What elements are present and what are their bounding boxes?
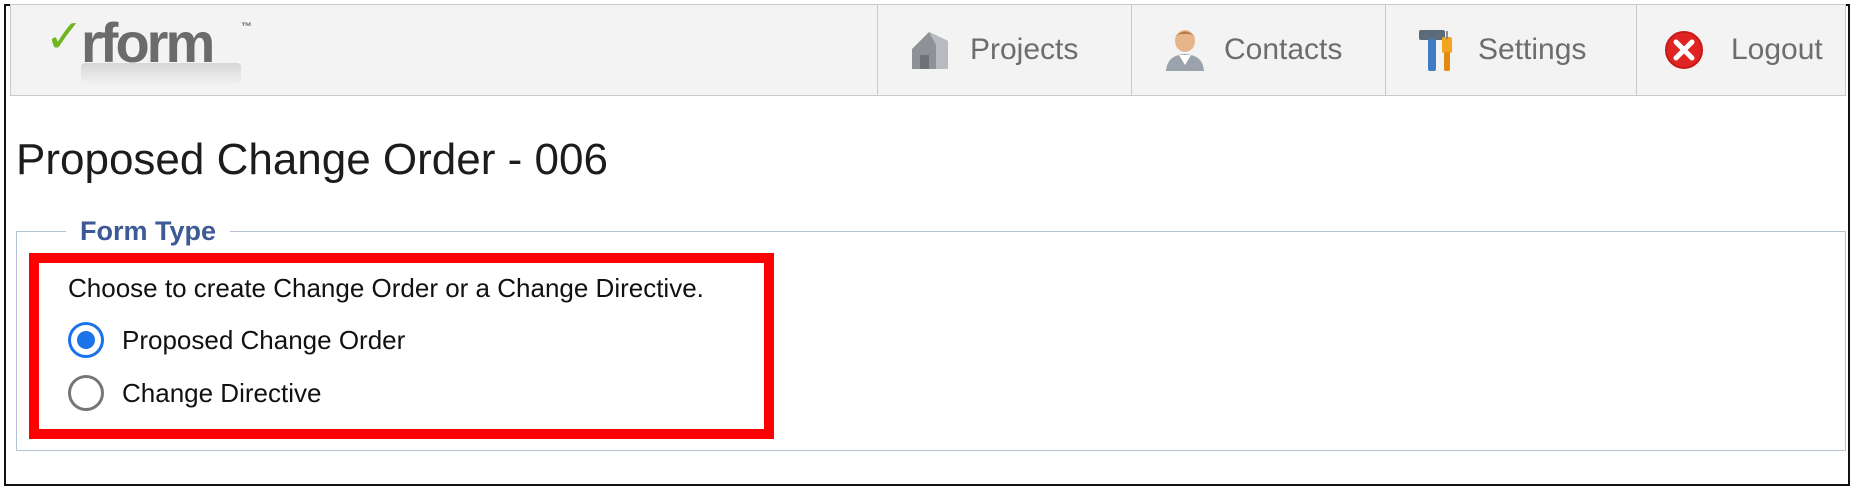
page-title: Proposed Change Order - 006 (16, 135, 608, 184)
option-label: Change Directive (122, 377, 322, 408)
radio-button-selected[interactable] (68, 322, 104, 358)
nav-logout[interactable]: Logout (1636, 5, 1847, 95)
form-type-instructions: Choose to create Change Order or a Chang… (68, 273, 704, 303)
top-navigation-bar: ✓ rform ™ Projects Contacts Settings Log… (10, 4, 1846, 96)
radio-button-unselected[interactable] (68, 375, 104, 411)
option-label: Proposed Change Order (122, 324, 406, 355)
tools-icon (1419, 30, 1452, 71)
form-type-legend: Form Type (66, 214, 231, 248)
logo-reflection (81, 63, 241, 85)
nav-contacts[interactable]: Contacts (1131, 5, 1385, 95)
nav-logout-label: Logout (1731, 33, 1823, 66)
option-proposed-change-order[interactable]: Proposed Change Order (68, 320, 405, 360)
house-icon (912, 32, 948, 69)
checkmark-icon: ✓ (45, 9, 84, 63)
nav-settings[interactable]: Settings (1385, 5, 1636, 95)
nav-projects-label: Projects (970, 33, 1079, 66)
person-icon (1166, 30, 1204, 71)
option-change-directive[interactable]: Change Directive (68, 373, 321, 413)
close-circle-icon (1665, 31, 1703, 69)
nav-projects[interactable]: Projects (877, 5, 1131, 95)
nav-settings-label: Settings (1478, 33, 1587, 66)
trademark-symbol: ™ (241, 21, 252, 33)
nav-contacts-label: Contacts (1224, 33, 1343, 66)
rform-logo[interactable]: ✓ rform ™ (45, 13, 265, 85)
